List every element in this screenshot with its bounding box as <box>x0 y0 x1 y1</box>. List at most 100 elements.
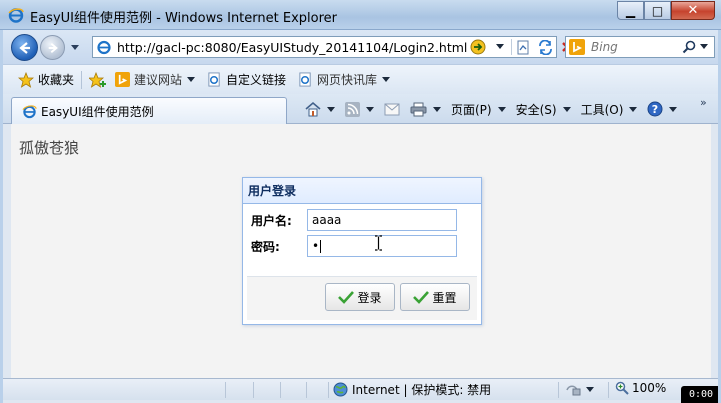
ie-page-icon <box>299 72 311 87</box>
back-button[interactable] <box>11 34 38 61</box>
compat-view-button[interactable] <box>512 37 534 57</box>
close-button[interactable]: ✕ <box>671 1 715 20</box>
mail-icon <box>384 103 400 115</box>
page-brand: 孤傲苍狼 <box>19 139 80 157</box>
username-label: 用户名: <box>251 213 292 228</box>
custom-links-link[interactable]: 自定义链接 <box>203 69 290 91</box>
maximize-icon: □ <box>651 3 664 18</box>
recent-pages-dropdown[interactable] <box>71 45 79 50</box>
chevron-down-icon <box>497 106 506 112</box>
search-button[interactable] <box>682 40 708 54</box>
status-divider <box>328 382 329 398</box>
search-options-icon <box>700 44 708 49</box>
zoom-control[interactable]: 100% <box>615 381 666 395</box>
bing-icon <box>569 39 585 55</box>
username-input[interactable]: aaaa <box>307 209 457 231</box>
add-favorite-icon <box>89 71 107 88</box>
minimize-button[interactable]: ▁ <box>617 1 644 20</box>
chevron-down-icon <box>496 44 505 49</box>
login-button[interactable]: 登录 <box>325 283 395 311</box>
favorites-bar: 收藏夹 建议网站 自定义链接 网页快讯库 <box>0 64 721 94</box>
help-menu[interactable]: ? <box>642 98 682 120</box>
password-row: 密码: • <box>251 235 457 257</box>
address-dropdown[interactable] <box>489 37 511 57</box>
chevron-double-right-icon[interactable]: » <box>700 96 707 109</box>
print-button[interactable] <box>405 98 446 120</box>
favorites-star-icon <box>18 71 34 88</box>
home-icon <box>305 101 321 117</box>
status-bar: Internet | 保护模式: 禁用 100% <box>0 378 721 400</box>
tools-menu[interactable]: 工具(O) <box>576 98 643 120</box>
zoom-level: 100% <box>632 381 667 395</box>
security-lock-icon <box>566 385 581 396</box>
chevron-down-icon <box>382 77 391 82</box>
command-bar: 页面(P) 安全(S) 工具(O) ? <box>300 97 682 121</box>
status-divider <box>306 382 307 398</box>
page-ie-icon <box>97 40 111 55</box>
checkmark-icon <box>413 291 430 304</box>
password-value: • <box>312 239 320 253</box>
protected-mode-button[interactable] <box>565 382 594 396</box>
recording-timer: 0:00 <box>681 386 721 403</box>
security-zone-label: Internet | 保护模式: 禁用 <box>352 383 492 397</box>
page-menu[interactable]: 页面(P) <box>446 98 511 120</box>
status-divider <box>558 382 559 398</box>
username-value: aaaa <box>312 213 342 227</box>
ie-page-icon <box>208 72 220 87</box>
web-slice-gallery-link[interactable]: 网页快讯库 <box>294 69 394 91</box>
bing-icon <box>115 72 131 87</box>
suggested-sites-link[interactable]: 建议网站 <box>111 69 199 91</box>
chevron-down-icon <box>433 106 441 112</box>
compatibility-view-button[interactable] <box>467 37 489 57</box>
favorites-button[interactable]: 收藏夹 <box>14 69 78 91</box>
security-zone[interactable]: Internet | 保护模式: 禁用 <box>333 381 491 398</box>
chevron-down-icon <box>187 77 196 82</box>
feeds-button[interactable] <box>340 98 379 120</box>
arrow-right-icon <box>48 42 58 53</box>
search-icon <box>682 40 696 54</box>
help-icon: ? <box>647 101 663 117</box>
favorites-label: 收藏夹 <box>38 73 75 87</box>
ie-tab-icon <box>22 104 37 118</box>
suggested-sites-label: 建议网站 <box>134 73 183 87</box>
rss-feed-icon <box>345 101 360 117</box>
safety-menu[interactable]: 安全(S) <box>511 98 576 120</box>
custom-links-label: 自定义链接 <box>226 73 287 87</box>
chevron-down-icon <box>669 106 678 112</box>
add-to-favorites-bar-button[interactable] <box>85 69 111 91</box>
login-dialog-header: 用户登录 <box>243 178 481 204</box>
globe-icon <box>333 382 348 397</box>
forward-button[interactable] <box>40 35 65 60</box>
tab-easyui-demo[interactable]: EasyUI组件使用范例 <box>11 97 287 124</box>
refresh-icon <box>538 39 552 55</box>
status-divider <box>280 382 281 398</box>
maximize-button[interactable]: □ <box>644 1 671 20</box>
tab-label: EasyUI组件使用范例 <box>41 104 154 119</box>
safety-menu-label: 安全(S) <box>515 102 557 117</box>
search-input[interactable] <box>591 40 681 54</box>
reset-button[interactable]: 重置 <box>400 283 470 311</box>
home-button[interactable] <box>300 98 340 120</box>
chevron-down-icon <box>327 106 335 112</box>
window-title: EasyUI组件使用范例 - Windows Internet Explorer <box>30 11 337 26</box>
address-url[interactable]: http://gacl-pc:8080/EasyUIStudy_20141104… <box>117 40 467 55</box>
compat-page-icon <box>517 40 529 54</box>
reset-button-label: 重置 <box>432 290 457 305</box>
address-bar[interactable]: http://gacl-pc:8080/EasyUIStudy_20141104… <box>92 36 573 58</box>
refresh-button[interactable] <box>534 37 556 57</box>
login-form: 用户名: aaaa 密码: • <box>247 204 477 274</box>
chevron-down-icon <box>629 106 638 112</box>
password-label: 密码: <box>251 239 280 254</box>
search-box <box>565 36 715 58</box>
login-dialog-title: 用户登录 <box>248 184 297 198</box>
login-dialog-footer: 登录 重置 <box>247 276 477 320</box>
ibeam-cursor-icon <box>375 235 382 251</box>
read-mail-button[interactable] <box>379 98 405 120</box>
navigation-bar: http://gacl-pc:8080/EasyUIStudy_20141104… <box>0 30 721 64</box>
chevron-down-icon <box>366 106 374 112</box>
page-menu-label: 页面(P) <box>451 102 492 117</box>
close-icon: ✕ <box>687 3 699 18</box>
window-controls: ▁ □ ✕ <box>617 1 715 20</box>
page-content: 孤傲苍狼 用户登录 用户名: aaaa 密码: • 登录 重置 <box>11 124 711 378</box>
text-cursor <box>320 239 322 253</box>
